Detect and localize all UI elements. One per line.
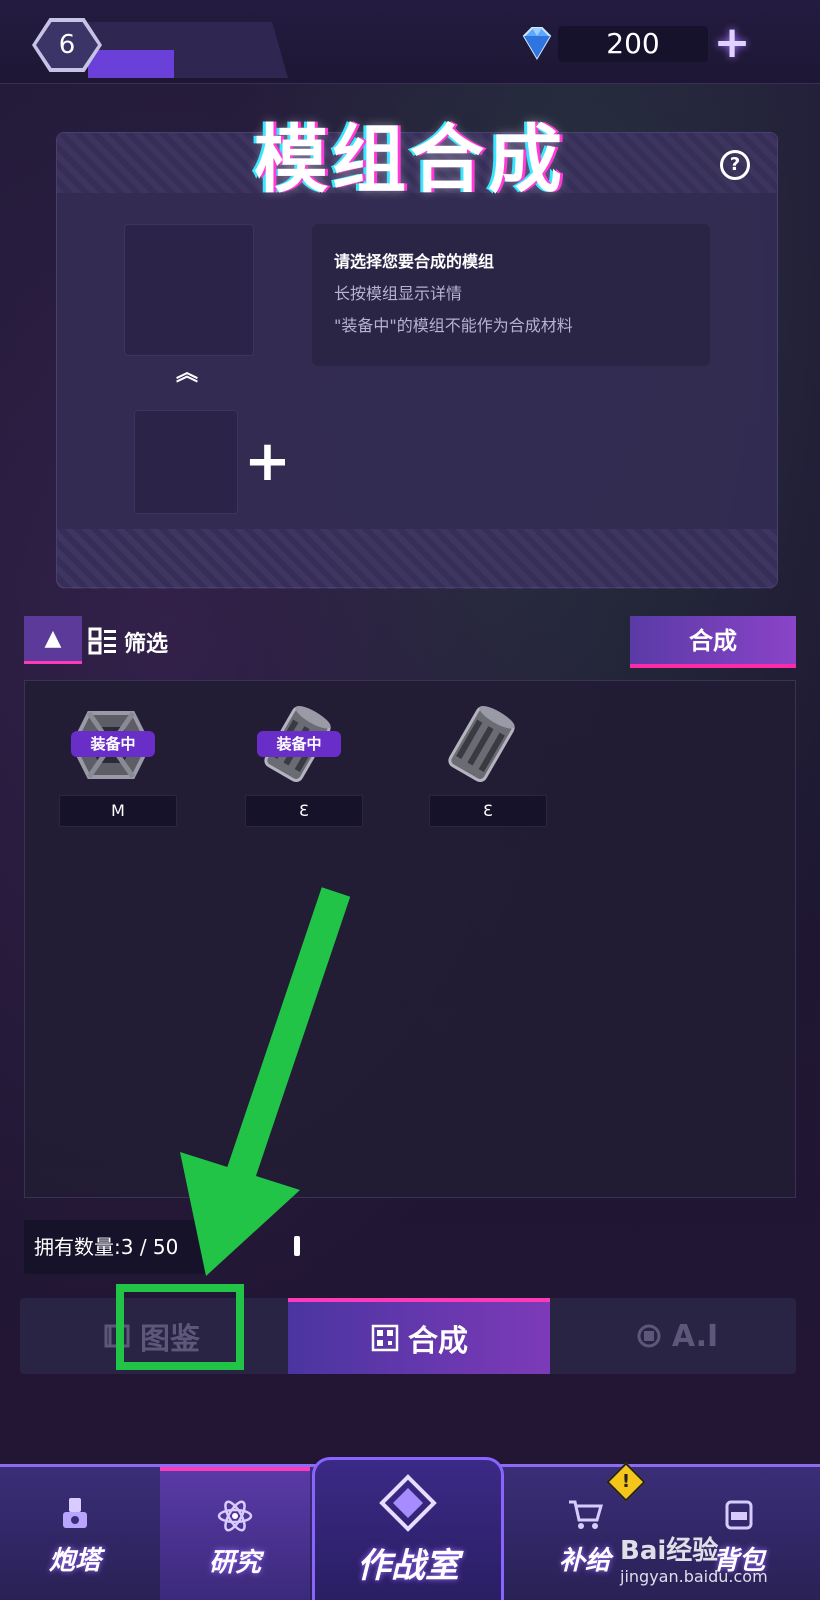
diamond-icon <box>522 27 552 60</box>
chevron-up-icon: ︽ <box>175 361 198 386</box>
panel-bottom-strip <box>57 529 777 589</box>
filter-row: ▲ 筛选 合成 <box>24 616 796 672</box>
synthesize-button[interactable]: 合成 <box>630 616 796 668</box>
module-inventory-grid: 装备中 M 装备中 3 3 <box>24 680 796 1198</box>
nav-turret[interactable]: 炮塔 <box>0 1467 150 1600</box>
gem-currency: 200 + <box>516 21 756 68</box>
annotation-highlight-box <box>116 1284 244 1370</box>
nav-label: 炮塔 <box>48 1545 101 1576</box>
add-gems-button[interactable]: + <box>712 21 752 65</box>
equipped-badge: 装备中 <box>71 731 155 757</box>
module-item[interactable]: 装备中 M <box>51 693 177 833</box>
owned-count: 拥有数量:3 / 50 <box>24 1220 208 1274</box>
sort-toggle-button[interactable]: ▲ <box>24 616 82 664</box>
xp-bar-fill <box>88 50 174 78</box>
diamond-emblem-icon <box>379 1473 437 1532</box>
target-module-slot[interactable] <box>124 224 254 356</box>
material-module-slot[interactable] <box>134 410 238 514</box>
module-count: 3 <box>245 795 363 827</box>
tab-synthesis[interactable]: 合成 <box>288 1298 550 1374</box>
backpack-icon <box>725 1500 753 1529</box>
turret-icon <box>63 1497 87 1528</box>
level-indicator[interactable]: 6 <box>28 14 288 78</box>
nav-label: 作战室 <box>357 1545 459 1586</box>
watermark-brand: Bai经验 <box>620 1536 719 1566</box>
cart-icon <box>569 1500 603 1529</box>
top-bar: 6 200 + <box>0 0 820 84</box>
chip-icon <box>637 1324 661 1348</box>
qr-grid-icon <box>371 1324 399 1352</box>
tab-label: 合成 <box>408 1324 468 1359</box>
module-count: 3 <box>429 795 547 827</box>
separator-mark <box>294 1236 300 1256</box>
nav-label: 研究 <box>208 1547 261 1578</box>
nav-label: 补给 <box>558 1545 611 1576</box>
warning-mark: ! <box>621 1471 631 1492</box>
filter-grid-icon[interactable] <box>88 626 118 656</box>
tab-label: A.I <box>671 1318 719 1354</box>
instruction-line: 长按模组显示详情 <box>334 284 463 303</box>
module-item[interactable]: 装备中 3 <box>237 693 363 833</box>
tab-ai[interactable]: A.I <box>556 1298 796 1374</box>
help-icon[interactable]: ? <box>720 150 750 180</box>
gem-count: 200 <box>558 26 708 62</box>
add-material-icon[interactable]: + <box>244 434 291 490</box>
atom-icon <box>217 1500 253 1531</box>
watermark: Bai经验 jingyan.baidu.com <box>620 1530 810 1590</box>
module-count: M <box>59 795 177 827</box>
module-item[interactable]: 3 <box>421 693 547 833</box>
instruction-line: 请选择您要合成的模组 <box>334 252 495 271</box>
instruction-box: 请选择您要合成的模组 长按模组显示详情 "装备中"的模组不能作为合成材料 <box>312 224 710 366</box>
instruction-line: "装备中"的模组不能作为合成材料 <box>334 316 573 335</box>
nav-research[interactable]: 研究 <box>160 1467 310 1600</box>
equipped-badge: 装备中 <box>257 731 341 757</box>
cylinder-module-icon <box>448 706 515 783</box>
page-title: 模组合成 <box>254 117 566 203</box>
filter-label[interactable]: 筛选 <box>124 626 168 658</box>
nav-war-room[interactable]: 作战室 <box>312 1457 504 1600</box>
watermark-url: jingyan.baidu.com <box>620 1567 768 1586</box>
